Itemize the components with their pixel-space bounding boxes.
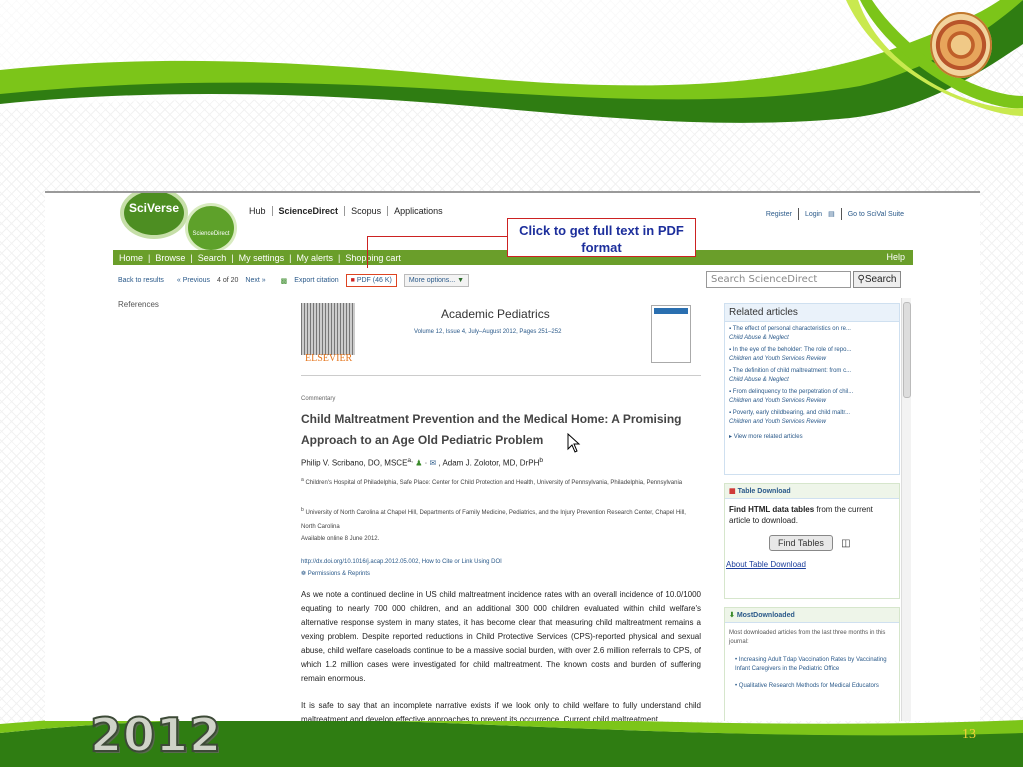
pdf-download-button[interactable]: ■ PDF (46 K) (345, 274, 397, 287)
article-paragraph-1: As we note a continued decline in US chi… (301, 590, 701, 683)
result-position: 4 of 20 (217, 277, 239, 284)
article-toolbar: Back to results « Previous 4 of 20 Next … (118, 274, 470, 287)
nav-separator (344, 206, 346, 216)
pdf-label: PDF (46 K) (356, 277, 392, 284)
table-icon: ▦ (729, 488, 738, 495)
related-articles-title: Related articles (725, 304, 899, 322)
find-tables-button[interactable]: Find Tables (769, 535, 833, 551)
affiliation-b: b University of North Carolina at Chapel… (301, 507, 686, 530)
most-downloaded-panel: ⬇ MostDownloaded Most downloaded article… (724, 607, 900, 721)
most-downloaded-item[interactable]: • Qualitative Research Methods for Medic… (735, 682, 899, 691)
view-more-related-link[interactable]: ▸ View more related articles (729, 433, 899, 442)
account-links: Register Login ▤ Go to SciVal Suite (766, 208, 904, 220)
divider (301, 375, 701, 376)
slide-year: 2012 (89, 707, 223, 763)
sidebar-scrollbar[interactable] (901, 298, 911, 721)
menu-search[interactable]: Search (198, 253, 227, 263)
most-downloaded-intro: Most downloaded articles from the last t… (729, 630, 886, 645)
top-navigation: Hub ScienceDirect Scopus Applications (249, 206, 443, 216)
references-label[interactable]: References (118, 300, 159, 309)
most-downloaded-item[interactable]: • Increasing Adult Tdap Vaccination Rate… (735, 656, 899, 674)
related-article-item[interactable]: ▪ Poverty, early childbearing, and child… (729, 409, 899, 427)
link-separator (840, 208, 842, 220)
pdf-callout: Click to get full text in PDF format (507, 218, 696, 257)
register-link[interactable]: Register (766, 211, 792, 218)
previous-link[interactable]: « Previous (177, 277, 210, 284)
menu-my-alerts[interactable]: My alerts (296, 253, 333, 263)
university-seal-icon (930, 12, 992, 78)
related-article-item[interactable]: ▪ From delinquency to the perpetration o… (729, 388, 899, 406)
callout-connector (367, 236, 507, 237)
more-options-label: More options... (408, 277, 456, 284)
more-options-button[interactable]: More options... ▼ (403, 274, 470, 287)
menu-my-settings[interactable]: My settings (239, 253, 285, 263)
browser-screenshot: SciVerse ScienceDirect Hub ScienceDirect… (45, 191, 980, 721)
nav-separator (271, 206, 273, 216)
nav-applications[interactable]: Applications (394, 206, 443, 216)
find-tables-row: Find Tables ◫ (725, 531, 899, 551)
login-link[interactable]: Login (805, 211, 822, 218)
callout-connector (367, 236, 368, 268)
article-authors: Philip V. Scribano, DO, MSCEa, ♟ · ✉ , A… (301, 457, 544, 468)
nav-scopus[interactable]: Scopus (351, 206, 381, 216)
journal-volume[interactable]: Volume 12, Issue 4, July–August 2012, Pa… (414, 329, 561, 335)
search-icon: ⚲ (857, 274, 865, 285)
export-citation-link[interactable]: Export citation (294, 277, 338, 284)
affiliation-a-text: Children's Hospital of Philadelphia, Saf… (305, 480, 683, 486)
back-to-results-link[interactable]: Back to results (118, 277, 164, 284)
chevron-down-icon: ▼ (457, 277, 465, 284)
menu-shopping-cart[interactable]: Shopping cart (345, 253, 401, 263)
next-link[interactable]: Next » (245, 277, 265, 284)
author-1[interactable]: Philip V. Scribano, DO, MSCE (301, 459, 407, 468)
search-input[interactable]: Search ScienceDirect (706, 271, 851, 288)
download-icon: ⬇ (729, 612, 737, 619)
nav-separator (387, 206, 389, 216)
table-download-text: Find HTML data tables from the current a… (729, 505, 873, 525)
sciverse-logo[interactable]: SciVerse (120, 193, 188, 239)
doi-link[interactable]: http://dx.doi.org/10.1016/j.acap.2012.05… (301, 559, 502, 565)
author-2[interactable]: , Adam J. Zolotor, MD, DrPH (438, 459, 539, 468)
person-icon[interactable]: ♟ (415, 459, 422, 468)
nav-sciencedirect[interactable]: ScienceDirect (279, 206, 339, 216)
scrollbar-thumb[interactable] (903, 302, 911, 398)
about-table-download-link[interactable]: About Table Download (725, 551, 899, 569)
permissions-link[interactable]: ❁ Permissions & Reprints (301, 570, 370, 577)
search-button-label: Search (864, 274, 897, 285)
related-article-item[interactable]: ▪ The definition of child maltreatment: … (729, 367, 899, 385)
permissions-label: Permissions & Reprints (307, 571, 371, 577)
most-downloaded-title: ⬇ MostDownloaded (725, 608, 899, 623)
menu-browse[interactable]: Browse (155, 253, 185, 263)
search-button[interactable]: ⚲Search (853, 271, 901, 288)
mouse-cursor-icon (567, 433, 581, 453)
article-type: Commentary (301, 396, 336, 402)
slide-page-number: 13 (962, 727, 976, 742)
available-online: Available online 8 June 2012. (301, 536, 380, 542)
mail-icon[interactable]: ✉ (430, 459, 437, 468)
permissions-icon: ❁ (301, 571, 308, 577)
related-articles-panel: Related articles ▪ The effect of persona… (724, 303, 900, 475)
article-paragraph-2: It is safe to say that an incomplete nar… (301, 701, 701, 721)
scival-link[interactable]: Go to SciVal Suite (848, 211, 904, 218)
related-article-item[interactable]: ▪ The effect of personal characteristics… (729, 325, 899, 343)
article-title: Child Maltreatment Prevention and the Me… (301, 412, 682, 447)
login-menu-icon[interactable]: ▤ (828, 210, 835, 218)
publisher-name: ELSEVIER (305, 353, 353, 364)
journal-title[interactable]: Academic Pediatrics (441, 307, 550, 321)
affiliation-a: a Children's Hospital of Philadelphia, S… (301, 477, 683, 486)
affiliation-b-text: University of North Carolina at Chapel H… (301, 510, 686, 530)
export-icon[interactable]: ▩ (281, 277, 288, 285)
link-separator (797, 208, 799, 220)
journal-cover-thumbnail[interactable] (651, 305, 691, 363)
menu-help[interactable]: Help (886, 252, 905, 262)
menu-home[interactable]: Home (119, 253, 143, 263)
related-article-item[interactable]: ▪ In the eye of the beholder: The role o… (729, 346, 899, 364)
sciencedirect-logo[interactable]: ScienceDirect (185, 203, 237, 253)
nav-hub[interactable]: Hub (249, 206, 266, 216)
table-info-icon[interactable]: ◫ (841, 538, 850, 549)
table-download-panel: ▦ Table Download Find HTML data tables f… (724, 483, 900, 599)
table-download-title: ▦ Table Download (725, 484, 899, 499)
